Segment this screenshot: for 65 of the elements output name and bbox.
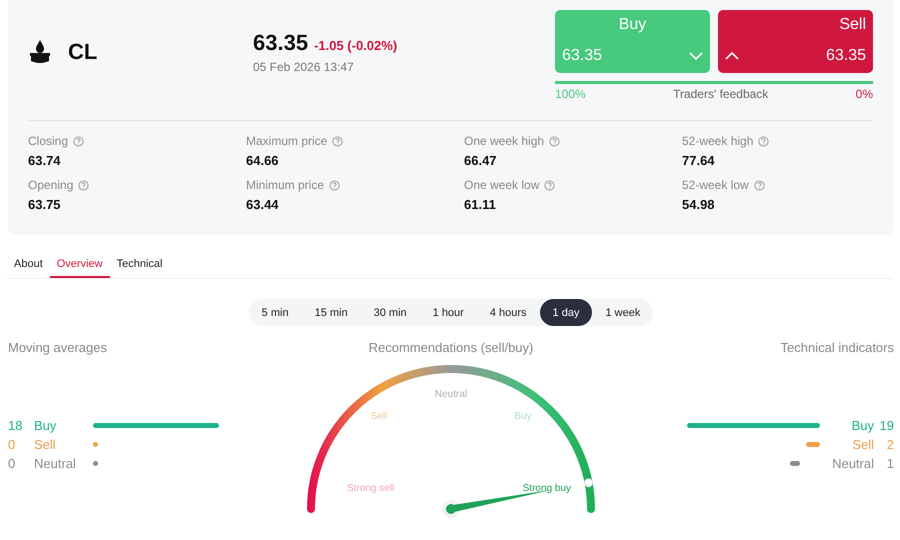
instrument-symbol: CL [68, 39, 98, 65]
timeframe-option[interactable]: 4 hours [476, 299, 540, 326]
signal-label: Buy [34, 418, 58, 433]
timeframe-option[interactable]: 5 min [248, 299, 302, 326]
help-icon[interactable] [78, 180, 90, 190]
tab[interactable]: Overview [50, 252, 110, 278]
tab[interactable]: Technical [110, 252, 170, 278]
section-title: Moving averages [8, 340, 108, 355]
stat-value: 63.75 [28, 197, 62, 212]
gauge-label: Sell [370, 411, 388, 422]
stat-value: 64.66 [246, 153, 280, 168]
stat-value: 63.74 [28, 153, 62, 168]
section-title: Technical indicators [780, 340, 894, 355]
sell-share: 0% [856, 87, 873, 101]
help-icon[interactable] [754, 180, 765, 190]
current-price: 63.35 [253, 30, 308, 56]
signal-count: 2 [886, 437, 894, 452]
feedback-label: Traders' feedback [673, 87, 768, 101]
stat-label: Opening [28, 178, 74, 192]
stat-label: Closing [28, 134, 68, 148]
sell-button[interactable]: Sell 63.35 [718, 10, 873, 73]
signal-label: Sell [34, 437, 57, 452]
signal-count: 19 [878, 418, 894, 433]
stat-label: Maximum price [246, 134, 328, 148]
chevron-up-icon [725, 52, 739, 60]
gauge-label: Buy [514, 411, 532, 422]
section-title: Recommendations (sell/buy) [368, 340, 534, 355]
stat-label: Minimum price [246, 178, 324, 192]
signal-count: 0 [8, 437, 16, 452]
stat-value: 66.47 [464, 153, 498, 168]
timeframe-option[interactable]: 1 week [592, 299, 654, 326]
signal-count: 18 [8, 418, 24, 433]
timeframe-option[interactable]: 1 day [540, 299, 592, 326]
timeframe-option[interactable]: 15 min [302, 299, 361, 326]
signal-label: Neutral [34, 456, 77, 471]
stat-value: 54.98 [682, 197, 716, 212]
stat-value: 77.64 [682, 153, 716, 168]
signal-count: 0 [8, 456, 16, 471]
gauge-label: Neutral [434, 389, 468, 400]
gauge-label: Strong sell [347, 483, 394, 494]
help-icon[interactable] [73, 136, 84, 146]
timeframe-option[interactable]: 30 min [360, 299, 420, 326]
stat-label: One week low [464, 178, 540, 192]
signal-count: 1 [886, 456, 894, 471]
help-icon[interactable] [332, 136, 344, 146]
help-icon[interactable] [758, 136, 770, 146]
chevron-down-icon [689, 52, 703, 60]
price-change: -1.05 (-0.02%) [314, 38, 398, 53]
stat-label: 52-week high [682, 134, 754, 148]
signal-label: Neutral [832, 456, 874, 471]
stat-label: One week high [464, 134, 544, 148]
timeframe-option[interactable]: 1 hour [420, 299, 477, 326]
oil-drop-icon [28, 39, 52, 65]
help-icon[interactable] [544, 180, 556, 190]
timestamp: 05 Feb 2026 13:47 [253, 60, 355, 74]
buy-share: 100% [555, 87, 586, 101]
signal-label: Buy [852, 418, 874, 433]
signal-label: Sell [852, 437, 874, 452]
stat-value: 63.44 [246, 197, 280, 212]
stat-label: 52-week low [682, 178, 749, 192]
stat-value: 61.11 [464, 197, 497, 212]
help-icon[interactable] [329, 180, 340, 190]
gauge-label: Strong buy [522, 483, 571, 494]
help-icon[interactable] [549, 136, 560, 146]
tab[interactable]: About [7, 252, 50, 278]
